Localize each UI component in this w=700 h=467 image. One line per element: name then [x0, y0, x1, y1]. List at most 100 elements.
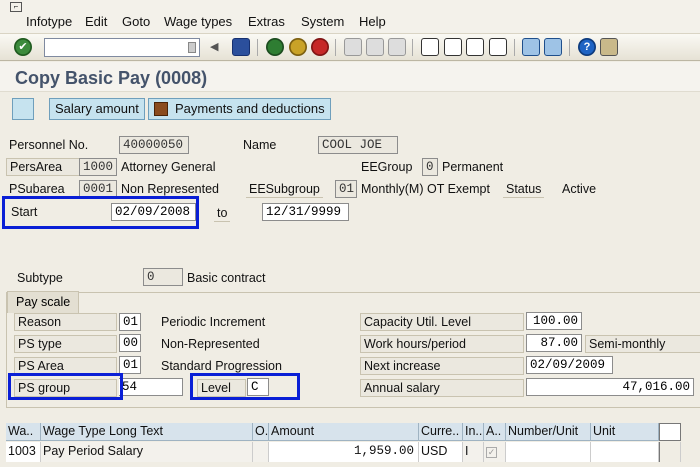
cell-amount[interactable]: 1,959.00: [269, 442, 419, 462]
next-increase-label: Next increase: [360, 357, 524, 375]
menu-system[interactable]: System: [301, 14, 344, 29]
ps-type-label: PS type: [14, 335, 117, 353]
ps-area-code-field[interactable]: 01: [119, 356, 141, 374]
column-header-o[interactable]: O..: [253, 423, 269, 441]
org-structure-icon[interactable]: [12, 98, 34, 120]
salary-amount-button[interactable]: Salary amount: [49, 98, 145, 120]
reason-code-field[interactable]: 01: [119, 313, 141, 331]
standard-toolbar: ✔ ◀ ?: [0, 34, 700, 61]
psubarea-text: Non Represented: [121, 182, 219, 196]
column-header-a[interactable]: A..: [484, 423, 506, 441]
form-content: Personnel No. 40000050 Name COOL JOE Per…: [0, 126, 700, 467]
column-header-wage-type[interactable]: Wa..: [6, 423, 41, 441]
column-header-currency[interactable]: Curre..: [419, 423, 463, 441]
reason-label: Reason: [14, 313, 117, 331]
last-page-icon[interactable]: [489, 38, 507, 56]
toolbar-separator: [514, 39, 515, 56]
next-page-icon[interactable]: [466, 38, 484, 56]
calculator-icon: [154, 102, 168, 116]
status-label: Status: [503, 181, 545, 198]
previous-page-icon[interactable]: [444, 38, 462, 56]
eegroup-label: EEGroup: [361, 160, 413, 174]
exit-icon[interactable]: [289, 38, 307, 56]
first-page-icon[interactable]: [421, 38, 439, 56]
personnel-no-field: 40000050: [119, 136, 189, 154]
window-menu-icon[interactable]: ⌐: [10, 2, 22, 12]
ps-group-highlight: [8, 373, 123, 400]
cell-a: ✓: [484, 442, 506, 462]
find-next-icon[interactable]: [388, 38, 406, 56]
column-header-amount[interactable]: Amount: [269, 423, 419, 441]
reason-text: Periodic Increment: [161, 315, 266, 329]
menu-extras[interactable]: Extras: [248, 14, 285, 29]
annual-salary-label: Annual salary: [360, 379, 524, 397]
title-area: Copy Basic Pay (0008): [0, 62, 700, 92]
menu-edit[interactable]: Edit: [85, 14, 107, 29]
column-header-indicator[interactable]: In..: [463, 423, 484, 441]
menu-goto[interactable]: Goto: [122, 14, 150, 29]
print-icon[interactable]: [344, 38, 362, 56]
eesubgroup-code-field: 01: [335, 180, 357, 198]
save-icon[interactable]: [232, 38, 250, 56]
toolbar-separator: [569, 39, 570, 56]
menu-bar: ⌐ Infotype Edit Goto Wage types Extras S…: [0, 0, 700, 34]
command-field[interactable]: [44, 38, 200, 57]
page-title: Copy Basic Pay (0008): [15, 68, 208, 88]
table-scrollbar[interactable]: [659, 442, 681, 462]
help-icon[interactable]: ?: [578, 38, 596, 56]
annual-salary-field[interactable]: 47,016.00: [526, 378, 694, 396]
pay-scale-title: Pay scale: [7, 291, 80, 313]
next-increase-field[interactable]: 02/09/2009: [526, 356, 613, 374]
shortcut-icon[interactable]: [544, 38, 562, 56]
menu-infotype[interactable]: Infotype: [26, 14, 72, 29]
toolbar-separator: [257, 39, 258, 56]
cell-number-unit[interactable]: [506, 442, 591, 462]
ps-group-field[interactable]: 54: [119, 378, 183, 396]
assignment-checkbox-icon[interactable]: ✓: [486, 447, 497, 458]
column-header-long-text[interactable]: Wage Type Long Text: [41, 423, 253, 441]
cell-o: [253, 442, 269, 462]
eegroup-code-field: 0: [422, 158, 438, 176]
subtype-label: Subtype: [17, 271, 63, 285]
capacity-field[interactable]: 100.00: [526, 312, 582, 330]
column-header-unit[interactable]: Unit: [591, 423, 659, 441]
toolbar-separator: [335, 39, 336, 56]
command-toggle-icon[interactable]: ◀: [210, 38, 220, 56]
menu-wage-types[interactable]: Wage types: [164, 14, 232, 29]
cell-currency[interactable]: USD: [419, 442, 463, 462]
table-settings-icon[interactable]: [659, 423, 681, 441]
cell-unit[interactable]: [591, 442, 659, 462]
eesubgroup-text: Monthly(M) OT Exempt: [361, 182, 490, 196]
work-hours-field[interactable]: 87.00: [526, 334, 582, 352]
application-toolbar: Salary amount Payments and deductions: [0, 92, 700, 126]
enter-check-icon[interactable]: ✔: [14, 38, 32, 56]
customize-layout-icon[interactable]: [600, 38, 618, 56]
eegroup-text: Permanent: [442, 160, 504, 174]
end-date-field[interactable]: 12/31/9999: [262, 203, 349, 221]
payments-deductions-label: Payments and deductions: [175, 101, 325, 116]
new-session-icon[interactable]: [522, 38, 540, 56]
ps-type-code-field[interactable]: 00: [119, 334, 141, 352]
wage-type-table: Wa.. Wage Type Long Text O.. Amount Curr…: [6, 423, 700, 467]
name-field: COOL JOE: [318, 136, 398, 154]
status-text: Active: [562, 182, 597, 196]
level-highlight: [190, 373, 300, 400]
to-label: to: [214, 205, 231, 222]
persarea-code-field: 1000: [79, 158, 117, 176]
eesubgroup-label: EESubgroup: [246, 181, 323, 198]
toolbar-separator: [412, 39, 413, 56]
find-icon[interactable]: [366, 38, 384, 56]
name-label: Name: [243, 138, 277, 152]
subtype-code-field: 0: [143, 268, 183, 286]
cell-wage-type[interactable]: 1003: [6, 442, 41, 462]
work-hours-label: Work hours/period: [360, 335, 524, 353]
back-icon[interactable]: [266, 38, 284, 56]
cancel-icon[interactable]: [311, 38, 329, 56]
work-hours-period: Semi-monthly: [585, 335, 700, 353]
menu-help[interactable]: Help: [359, 14, 386, 29]
payments-deductions-button[interactable]: Payments and deductions: [148, 98, 331, 120]
command-dropdown-icon[interactable]: [188, 42, 196, 53]
cell-long-text: Pay Period Salary: [41, 442, 253, 462]
start-date-highlight: [2, 196, 199, 229]
column-header-number-unit[interactable]: Number/Unit: [506, 423, 591, 441]
